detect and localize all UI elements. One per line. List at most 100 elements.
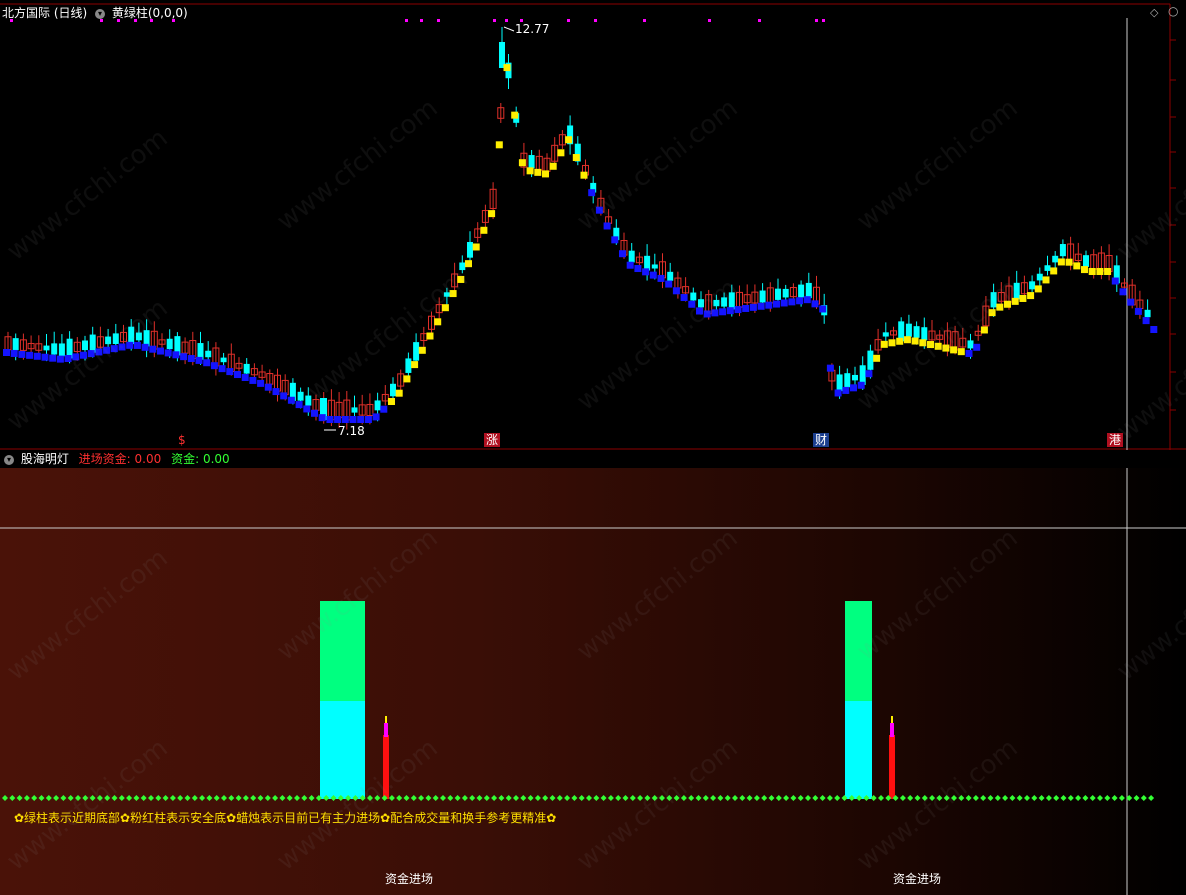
- trend-bar: [457, 275, 465, 283]
- candle-down: [905, 323, 912, 337]
- trend-bar: [1034, 285, 1042, 293]
- candle-down: [58, 343, 65, 357]
- marker-cai: 财: [813, 433, 830, 447]
- baseline-dot: [1024, 795, 1030, 801]
- field2-value: 0.00: [202, 452, 230, 466]
- candle-down: [467, 242, 473, 258]
- trend-bar: [41, 353, 49, 361]
- baseline-dot: [753, 795, 760, 801]
- baseline-dot: [9, 795, 16, 801]
- trend-bar: [272, 388, 280, 396]
- indicator-chart[interactable]: [0, 450, 1186, 895]
- baseline-dot: [578, 795, 585, 801]
- candle-down: [1044, 265, 1051, 271]
- trend-bar: [234, 371, 241, 379]
- legend-note: ✿绿柱表示近期底部✿粉红柱表示安全底✿蜡烛表示目前已有主力进场✿配合成交量和换手…: [14, 811, 557, 825]
- baseline-dot: [191, 795, 198, 801]
- indicator-panel[interactable]: ▾ 股海明灯 进场资金: 0.00 资金: 0.00 ✿绿柱表示近期底部✿粉红柱…: [0, 450, 1186, 895]
- trend-bar: [257, 379, 265, 387]
- trend-bar: [503, 64, 511, 72]
- trend-bar: [1057, 258, 1065, 266]
- baseline-dot: [622, 795, 629, 801]
- baseline-dot: [75, 795, 81, 801]
- dropdown-icon[interactable]: ▾: [95, 8, 106, 19]
- trend-bar: [942, 344, 950, 352]
- trend-bar: [495, 141, 503, 149]
- candle-down: [1059, 244, 1066, 257]
- trend-bar: [287, 396, 295, 404]
- trend-bar: [726, 307, 734, 315]
- trend-bar: [3, 349, 10, 356]
- trend-bar: [1065, 258, 1073, 266]
- candle-down: [844, 373, 851, 388]
- baseline-dot: [878, 795, 884, 801]
- candle-down: [775, 288, 781, 300]
- candlestick-chart[interactable]: [0, 0, 1186, 450]
- candle-down: [405, 358, 412, 373]
- trend-bar: [1104, 268, 1112, 275]
- baseline-dot: [53, 795, 60, 801]
- baseline-dot: [542, 795, 549, 801]
- trend-bar: [919, 339, 927, 347]
- settings-icon[interactable]: ○: [1168, 4, 1178, 18]
- candle-down: [721, 297, 728, 307]
- baseline-dot: [783, 795, 790, 801]
- trend-bar: [950, 346, 958, 354]
- trend-bar: [780, 299, 788, 307]
- baseline-dot: [104, 795, 111, 801]
- trend-bar: [480, 226, 488, 234]
- baseline-dot: [739, 795, 746, 801]
- trend-bar: [249, 376, 257, 384]
- baseline-dot: [717, 795, 724, 801]
- trend-bar: [757, 302, 765, 310]
- trend-bar: [411, 361, 419, 369]
- signal-candle-2-flame: [891, 716, 893, 723]
- baseline-dot: [659, 795, 665, 801]
- trend-bar: [957, 348, 965, 356]
- trend-bar: [1119, 288, 1127, 296]
- candle-down: [390, 383, 396, 397]
- baseline-dot: [16, 795, 23, 801]
- main-chart-header: 北方国际 (日线) ▾ 黄绿柱(0,0,0): [0, 4, 188, 22]
- signal-dot: [643, 19, 646, 22]
- baseline-dot: [1133, 795, 1140, 801]
- baseline-dot: [1009, 795, 1016, 801]
- candle-down: [667, 271, 674, 281]
- candle-down: [1083, 255, 1089, 267]
- baseline-dot: [89, 795, 96, 801]
- baseline-dot: [1104, 795, 1111, 801]
- baseline-dot: [556, 795, 563, 801]
- trend-bar: [364, 416, 372, 423]
- baseline-dot: [213, 795, 220, 801]
- baseline-dot: [914, 795, 921, 801]
- trend-bar: [634, 265, 642, 273]
- indicator-name: 黄绿柱(0,0,0): [111, 6, 188, 20]
- trend-bar: [934, 342, 942, 350]
- candle-down: [1052, 255, 1059, 263]
- baseline-dot: [491, 795, 498, 801]
- trend-bar: [1111, 277, 1119, 285]
- baseline-dot: [199, 795, 206, 801]
- trend-bar: [873, 354, 881, 362]
- baseline-dot: [286, 795, 293, 801]
- high-price-value: 12.77: [515, 22, 550, 36]
- baseline-dot: [469, 795, 476, 801]
- trend-bar: [426, 332, 434, 340]
- baseline-dot: [1140, 795, 1147, 801]
- trend-bar: [187, 355, 195, 363]
- trend-bar: [665, 280, 673, 288]
- candle-down: [243, 363, 250, 374]
- dropdown-icon-2[interactable]: ▾: [4, 454, 14, 465]
- baseline-dot: [155, 795, 162, 801]
- trend-bar: [511, 111, 519, 119]
- trend-bar: [472, 243, 480, 251]
- diamond-icon[interactable]: ◇: [1150, 6, 1158, 19]
- trend-bar: [996, 303, 1004, 311]
- main-chart-panel[interactable]: 北方国际 (日线) ▾ 黄绿柱(0,0,0) ◇ ○ 12.77 7.18 $ …: [0, 0, 1186, 450]
- trend-bar: [880, 340, 888, 348]
- baseline-dot: [257, 795, 264, 801]
- trend-bar: [534, 168, 542, 176]
- candle-down: [297, 391, 304, 401]
- trend-bar: [526, 167, 534, 175]
- baseline-dot: [724, 795, 731, 801]
